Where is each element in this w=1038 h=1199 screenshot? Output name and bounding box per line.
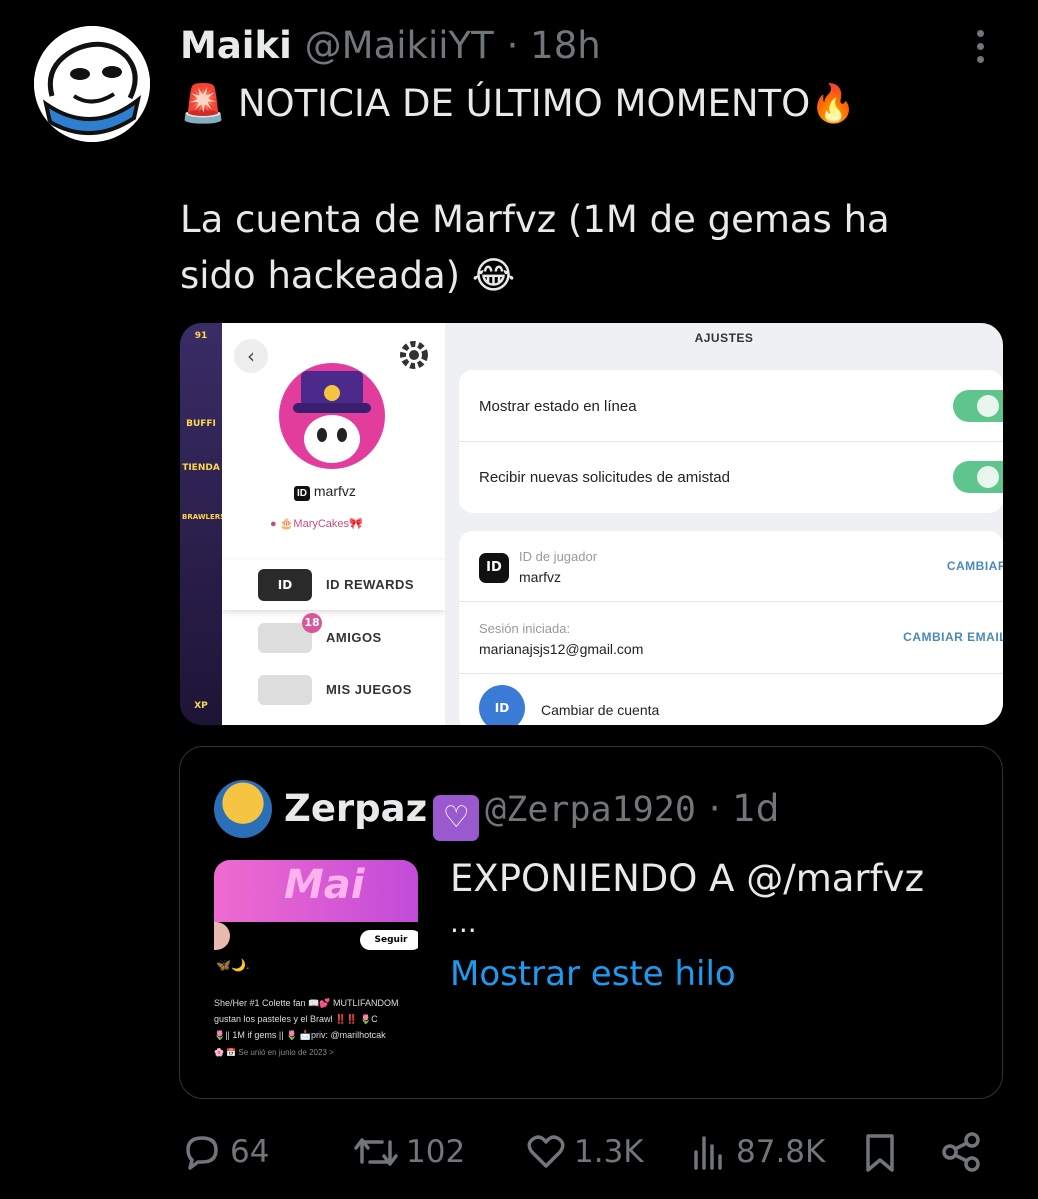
player-avatar bbox=[279, 363, 385, 469]
meme-face-avatar-icon bbox=[34, 26, 150, 142]
show-thread-link[interactable]: Mostrar este hilo bbox=[450, 954, 736, 994]
bio-line-3: 🌷|| 1M if gems || 🌷 📩priv: @marilhotcak bbox=[214, 1030, 386, 1040]
id-rewards-icon: ID bbox=[258, 569, 312, 601]
quote-image[interactable]: Mai Seguir 🦋🌙. She/Her #1 Colette fan 📖💕… bbox=[214, 860, 418, 1072]
repost-button[interactable]: 102 bbox=[352, 1128, 465, 1176]
reply-count: 64 bbox=[230, 1134, 270, 1170]
quote-text: EXPONIENDO A @/marfvz bbox=[450, 857, 924, 900]
purple-heart-icon: ♡ bbox=[433, 795, 480, 841]
strip-label-xp: XP bbox=[194, 701, 208, 711]
quote-author-handle[interactable]: @Zerpa1920 bbox=[485, 790, 696, 830]
quote-author-name[interactable]: Zerpaz bbox=[284, 787, 427, 830]
siren-emoji: 🚨 bbox=[180, 82, 227, 125]
quote-author-line: Zerpaz ♡ @Zerpa1920 · 1d bbox=[284, 787, 779, 841]
player-id-value: marfvz bbox=[519, 569, 561, 585]
online-status-toggle[interactable] bbox=[953, 390, 1003, 422]
player-username: marfvz bbox=[313, 483, 356, 499]
friends-count-badge: 18 bbox=[302, 613, 322, 633]
divider bbox=[459, 601, 1003, 602]
banner-text: Mai bbox=[284, 862, 365, 908]
author-avatar[interactable] bbox=[34, 26, 150, 142]
menu-label: ID REWARDS bbox=[326, 577, 415, 592]
divider bbox=[459, 673, 1003, 674]
player-club: ● 🎂MaryCakes🎀 bbox=[270, 517, 363, 530]
divider bbox=[459, 441, 1003, 442]
follow-button: Seguir bbox=[360, 930, 418, 950]
share-button[interactable] bbox=[938, 1128, 990, 1176]
reply-icon bbox=[186, 1136, 218, 1170]
author-name[interactable]: Maiki bbox=[180, 24, 292, 67]
tweet-line-2: La cuenta de Marfvz (1M de gemas ha bbox=[180, 198, 890, 241]
games-star-icon bbox=[258, 675, 312, 705]
trophy-badge: 91 bbox=[194, 331, 208, 341]
more-options-icon[interactable] bbox=[968, 30, 992, 70]
settings-gear-icon[interactable] bbox=[398, 339, 430, 371]
player-id-icon: ID bbox=[479, 553, 509, 583]
friend-requests-toggle[interactable] bbox=[953, 461, 1003, 493]
profile-panel: ‹ ID marfvz ● 🎂MaryCakes🎀 ID ID REWARDS bbox=[222, 323, 445, 725]
tweet-line-3-text: sido hackeada) bbox=[180, 254, 461, 297]
player-id-label: ID de jugador bbox=[519, 549, 598, 564]
tweet-headline: NOTICIA DE ÚLTIMO MOMENTO bbox=[237, 82, 811, 125]
author-line: Maiki @MaikiiYT · 18h bbox=[180, 24, 601, 67]
quote-author-avatar[interactable] bbox=[214, 780, 272, 838]
menu-item-mis-juegos[interactable]: MIS JUEGOS bbox=[222, 665, 445, 715]
views-count: 87.8K bbox=[736, 1134, 826, 1170]
settings-title: AJUSTES bbox=[694, 331, 754, 345]
quote-ellipsis: ... bbox=[450, 906, 477, 939]
like-count: 1.3K bbox=[574, 1134, 644, 1170]
account-card: ID ID de jugador marfvz CAMBIAR Sesión i… bbox=[459, 531, 1003, 725]
repost-count: 102 bbox=[406, 1134, 466, 1170]
club-icon: ● bbox=[270, 518, 277, 530]
reply-button[interactable]: 64 bbox=[180, 1128, 269, 1176]
bookmark-icon bbox=[866, 1134, 894, 1172]
player-username-row: ID marfvz bbox=[294, 483, 356, 501]
author-handle[interactable]: @MaikiiYT bbox=[305, 24, 494, 67]
bio-line-1: She/Her #1 Colette fan 📖💕 MUTLIFANDOM bbox=[214, 998, 399, 1008]
menu-label: AMIGOS bbox=[326, 630, 382, 645]
id-badge-icon: ID bbox=[294, 486, 310, 501]
profile-name-emoji: 🦋🌙. bbox=[216, 958, 250, 972]
tweet-line-1: 🚨 NOTICIA DE ÚLTIMO MOMENTO🔥 bbox=[180, 82, 856, 126]
strip-label-tienda: TIENDA bbox=[182, 463, 220, 473]
friend-requests-label: Recibir nuevas solicitudes de amistad bbox=[479, 469, 730, 486]
settings-panel: AJUSTES Mostrar estado en línea Recibir … bbox=[445, 323, 1003, 725]
profile-avatar-crop bbox=[214, 922, 230, 950]
bookmark-button[interactable] bbox=[860, 1128, 906, 1176]
tweet-time[interactable]: · 18h bbox=[507, 24, 601, 67]
views-button[interactable]: 87.8K bbox=[690, 1128, 825, 1176]
game-side-strip: 91 BUFFI TIENDA BRAWLERS XP bbox=[180, 323, 226, 725]
like-button[interactable]: 1.3K bbox=[524, 1128, 644, 1176]
session-email: marianajsjs12@gmail.com bbox=[479, 641, 644, 657]
back-icon[interactable]: ‹ bbox=[234, 339, 268, 373]
change-email-button[interactable]: CAMBIAR EMAIL bbox=[903, 630, 1003, 644]
quoted-tweet[interactable]: Zerpaz ♡ @Zerpa1920 · 1d Mai Seguir 🦋🌙. Sh… bbox=[179, 746, 1003, 1099]
bio-line-4: 🌸 📅 Se unió en junio de 2023 > bbox=[214, 1048, 334, 1057]
switch-account-icon: ID bbox=[479, 685, 525, 725]
online-status-label: Mostrar estado en línea bbox=[479, 398, 637, 415]
brawler-hat-icon bbox=[293, 371, 371, 463]
menu-label: MIS JUEGOS bbox=[326, 682, 412, 697]
bio-line-2: gustan los pasteles y el Brawl ‼️‼️ 🌷C bbox=[214, 1014, 378, 1024]
change-id-button[interactable]: CAMBIAR bbox=[947, 559, 1003, 573]
club-name: 🎂MaryCakes🎀 bbox=[279, 518, 363, 530]
views-chart-icon bbox=[694, 1136, 722, 1170]
tweet-line-3: sido hackeada) 😂 bbox=[180, 254, 515, 297]
share-icon bbox=[942, 1132, 980, 1172]
switch-account-button[interactable]: Cambiar de cuenta bbox=[541, 702, 659, 718]
tweet-image[interactable]: 91 BUFFI TIENDA BRAWLERS XP ‹ ID marfvz … bbox=[180, 323, 1003, 725]
profile-banner: Mai bbox=[214, 860, 418, 922]
strip-label-brawlers: BRAWLERS bbox=[182, 513, 226, 521]
menu-item-id-rewards[interactable]: ID ID REWARDS bbox=[222, 560, 445, 610]
quote-time[interactable]: · 1d bbox=[709, 787, 780, 830]
fire-emoji: 🔥 bbox=[810, 82, 857, 125]
privacy-card: Mostrar estado en línea Recibir nuevas s… bbox=[459, 370, 1003, 513]
laughing-emoji: 😂 bbox=[471, 254, 516, 297]
heart-icon bbox=[527, 1135, 565, 1168]
repost-icon bbox=[354, 1138, 398, 1166]
session-label: Sesión iniciada: bbox=[479, 621, 571, 636]
strip-label-buffi: BUFFI bbox=[186, 419, 216, 429]
menu-item-amigos[interactable]: 18 AMIGOS bbox=[222, 613, 445, 663]
